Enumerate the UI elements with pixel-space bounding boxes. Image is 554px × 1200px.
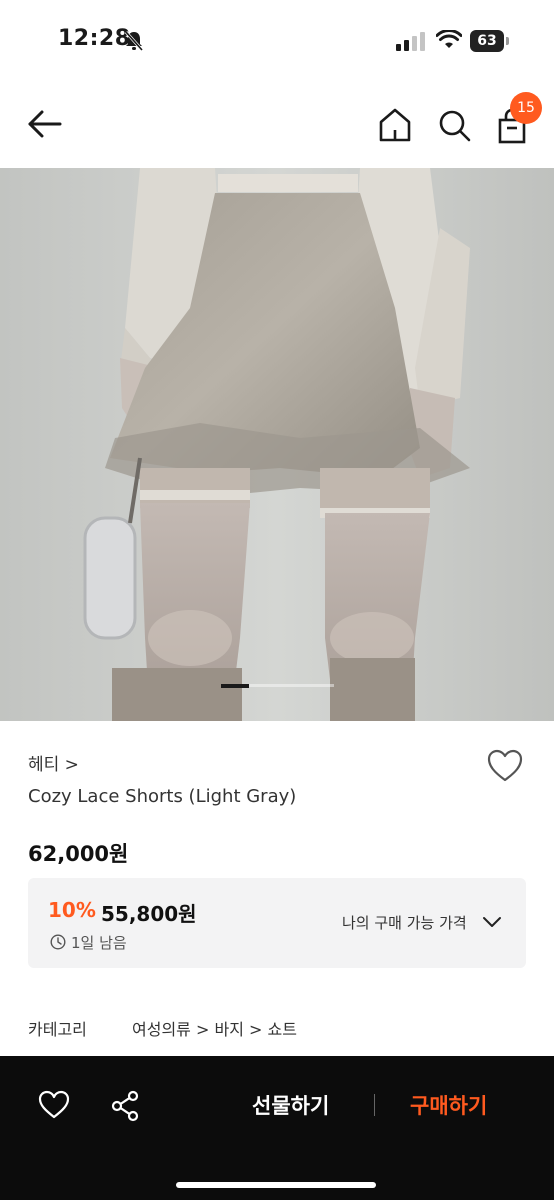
- category-item-womens-clothing[interactable]: 여성의류: [132, 1020, 191, 1039]
- category-label: 카테고리: [28, 1020, 87, 1039]
- heart-icon[interactable]: [38, 1090, 70, 1120]
- product-image[interactable]: [0, 168, 554, 721]
- original-price: 62,000원: [28, 842, 129, 866]
- status-time: 12:28: [58, 26, 131, 51]
- buy-button[interactable]: 구매하기: [410, 1090, 487, 1120]
- breadcrumb-separator: >: [195, 1020, 215, 1039]
- heart-icon[interactable]: [486, 748, 524, 784]
- battery-icon: 63: [470, 30, 510, 52]
- carousel-active-dot: [221, 683, 249, 688]
- category-breadcrumb: 여성의류 > 바지 > 쇼트: [132, 1016, 297, 1040]
- product-photo: [0, 168, 554, 721]
- back-arrow-icon[interactable]: [24, 106, 64, 142]
- category-item-shorts[interactable]: 쇼트: [268, 1020, 297, 1039]
- brand-link[interactable]: 헤티 >: [28, 750, 79, 775]
- clock-icon: [50, 934, 66, 950]
- share-icon[interactable]: [110, 1090, 140, 1122]
- cart-count-badge: 15: [510, 92, 542, 124]
- home-icon[interactable]: [376, 106, 414, 144]
- bell-off-icon: [124, 31, 144, 51]
- home-indicator: [176, 1182, 376, 1188]
- my-price-button[interactable]: 나의 구매 가능 가격: [342, 912, 467, 933]
- carousel-indicator: [221, 683, 334, 688]
- cellular-signal-icon: [396, 32, 425, 51]
- battery-level: 63: [470, 30, 504, 52]
- time-remaining: 1일 남음: [71, 934, 127, 952]
- status-bar: 12:28 63: [0, 0, 554, 80]
- discount-price: 55,800원: [101, 902, 197, 926]
- chevron-down-icon[interactable]: [482, 915, 502, 929]
- top-navigation: [0, 80, 554, 168]
- discount-info-box: 10% 55,800원 1일 남음 나의 구매 가능 가격: [28, 878, 526, 968]
- product-name: Cozy Lace Shorts (Light Gray): [28, 786, 297, 807]
- divider: [374, 1094, 375, 1116]
- search-icon[interactable]: [436, 106, 472, 144]
- wifi-icon: [436, 30, 462, 48]
- discount-rate: 10%: [48, 898, 96, 922]
- category-item-pants[interactable]: 바지: [214, 1020, 243, 1039]
- gift-button[interactable]: 선물하기: [252, 1090, 329, 1120]
- breadcrumb-separator: >: [249, 1020, 268, 1039]
- bottom-action-bar: 선물하기 구매하기: [0, 1056, 554, 1200]
